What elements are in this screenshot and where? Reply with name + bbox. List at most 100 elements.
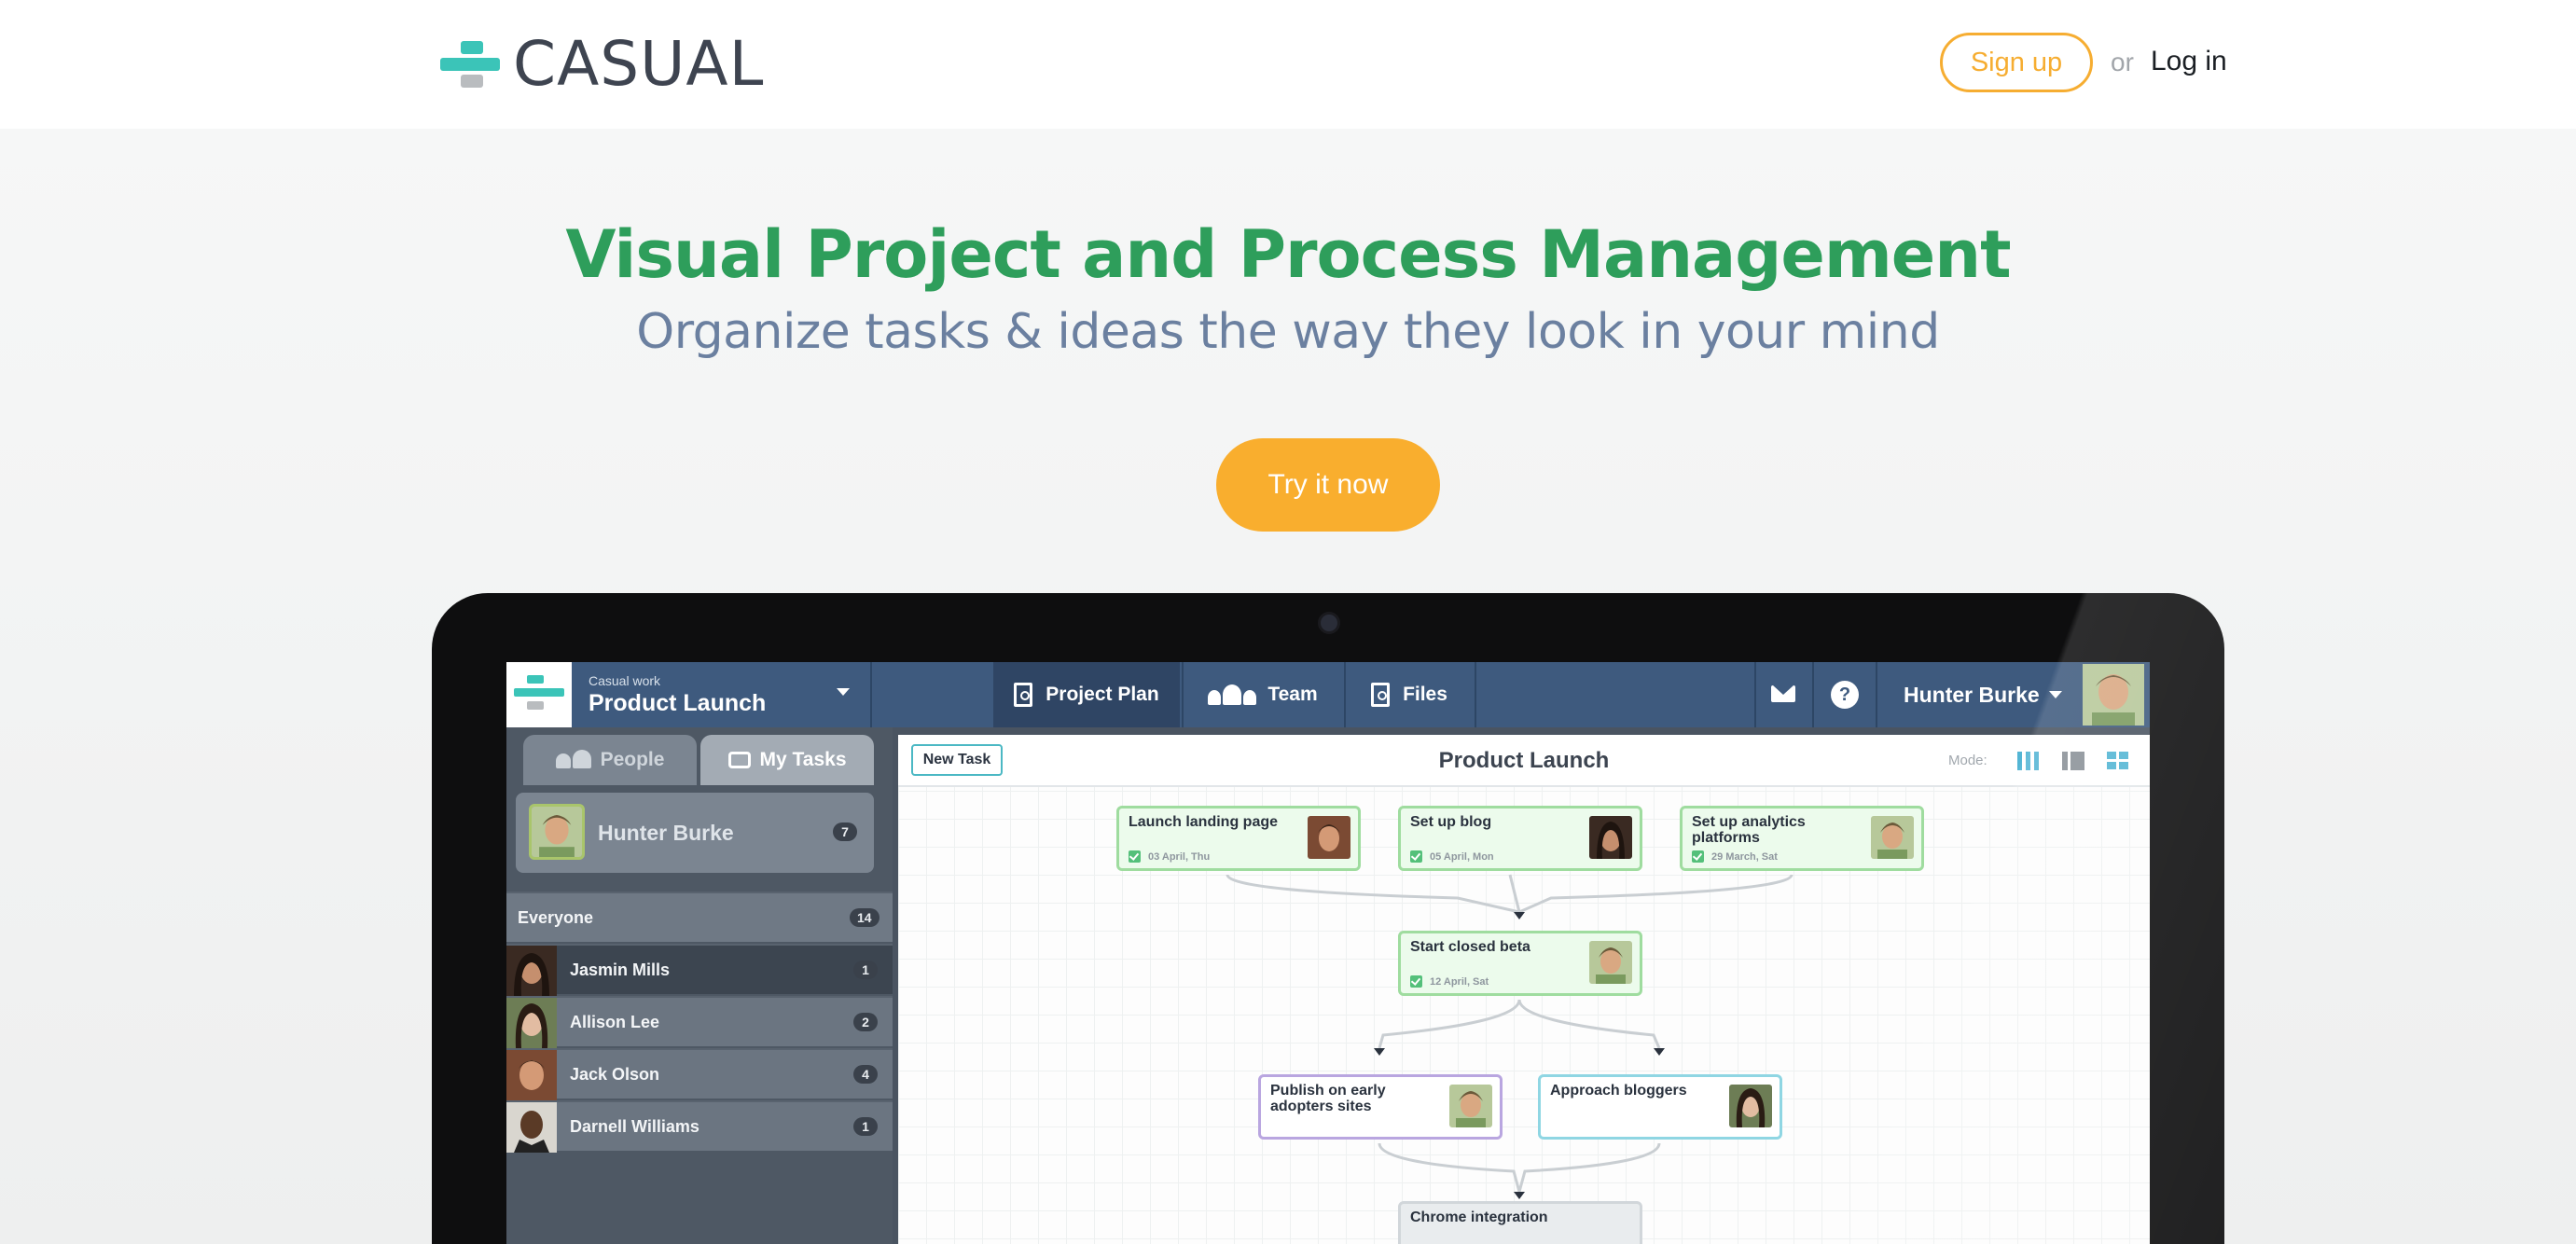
sidebar-tab-people[interactable]: People [523,735,697,785]
bar-divider [1812,662,1814,727]
tab-label: Files [1403,684,1447,705]
avatar [1449,1085,1492,1127]
task-card-chrome-integration[interactable]: Chrome integration [1398,1201,1642,1244]
list-item-label: Darnell Williams [570,1117,699,1136]
current-user-name[interactable]: Hunter Burke [1904,683,2040,708]
avatar [506,998,557,1048]
avatar [529,804,585,860]
task-title: Launch landing page [1129,814,1279,830]
sidebar-item-jasmin-mills[interactable]: Jasmin Mills 1 [506,944,893,996]
list-item-label: Allison Lee [570,1013,660,1031]
document-icon [1014,683,1033,707]
sidebar-item-jack-olson[interactable]: Jack Olson 4 [506,1048,893,1100]
task-count-badge: 2 [853,1013,878,1031]
task-card-set-up-blog[interactable]: Set up blog 05 April, Mon [1398,806,1642,871]
task-title: Set up analytics platforms [1692,814,1806,846]
task-date: 03 April, Thu [1148,850,1211,863]
laptop-camera-icon [1318,612,1340,634]
task-date: 05 April, Mon [1430,850,1494,863]
task-title: Start closed beta [1410,939,1530,955]
task-title: Set up blog [1410,814,1492,830]
checkbox-icon[interactable] [1410,850,1422,863]
avatar [506,1050,557,1100]
tab-team[interactable]: Team [1184,662,1342,727]
avatar [1871,816,1914,859]
tab-project-plan[interactable]: Project Plan [993,662,1180,727]
sidebar-item-everyone[interactable]: Everyone 14 [506,892,893,942]
people-icon [555,750,591,768]
user-menu-chevron-down-icon[interactable] [2049,691,2062,698]
task-card-publish-on-early-adopters-sites[interactable]: Publish on early adopters sites [1258,1074,1503,1140]
login-link[interactable]: Log in [2151,46,2227,77]
task-title: Chrome integration [1410,1209,1548,1225]
task-count-badge: 4 [853,1065,878,1084]
list-item-label: Jasmin Mills [570,961,671,979]
checkbox-icon[interactable] [1129,850,1141,863]
laptop-mockup: Casual work Product Launch Project Plan … [432,593,2224,1244]
task-count-badge: 1 [853,1117,878,1136]
logo-text: CASUAL [513,27,765,100]
checkbox-icon[interactable] [1692,850,1704,863]
signup-button[interactable]: Sign up [1940,33,2093,92]
top-header: CASUAL Sign up or Log in [0,0,2576,129]
task-card-approach-bloggers[interactable]: Approach bloggers [1538,1074,1782,1140]
casual-logo-mark-icon [440,39,500,88]
casual-logo[interactable]: CASUAL [440,28,764,100]
tab-files[interactable]: Files [1346,662,1473,727]
or-separator-text: or [2111,48,2134,76]
avatar [1589,816,1632,859]
people-icon [1208,684,1257,705]
avatar [506,1102,557,1153]
inbox-tray-icon [727,752,751,768]
task-due: 12 April, Sat [1410,975,1489,988]
app-screenshot: Casual work Product Launch Project Plan … [506,662,2150,1244]
files-icon [1371,683,1391,707]
avatar [1589,941,1632,984]
task-title: Publish on early adopters sites [1270,1083,1386,1114]
people-sidebar: People My Tasks Hunter Burke 7 Everyone … [506,727,893,1244]
task-card-set-up-analytics-platforms[interactable]: Set up analytics platforms 29 March, Sat [1680,806,1924,871]
user-avatar[interactable] [2083,664,2144,726]
sidebar-tab-label: My Tasks [759,749,847,770]
avatar [506,946,557,996]
sidebar-item-darnell-williams[interactable]: Darnell Williams 1 [506,1100,893,1153]
workspace-label: Casual work [589,673,661,688]
bar-divider [1876,662,1877,727]
sidebar-item-allison-lee[interactable]: Allison Lee 2 [506,996,893,1048]
task-due: 03 April, Thu [1129,850,1210,863]
try-it-now-button[interactable]: Try it now [1216,438,1440,532]
mail-icon[interactable] [1771,685,1795,702]
task-date: 29 March, Sat [1711,850,1778,863]
current-user-card-name: Hunter Burke [598,821,734,845]
task-count-badge: 7 [833,822,857,841]
avatar [1308,816,1350,859]
app-top-bar: Casual work Product Launch Project Plan … [506,662,2150,727]
task-title: Approach bloggers [1550,1083,1687,1099]
task-card-launch-landing-page[interactable]: Launch landing page 03 April, Thu [1116,806,1361,871]
bar-divider [1475,662,1476,727]
project-plan-canvas[interactable]: New Task Product Launch Mode: Launch lan… [898,735,2150,1244]
workspace-name[interactable]: Product Launch [589,690,766,717]
current-user-card[interactable]: Hunter Burke 7 [516,793,874,873]
app-logo-icon[interactable] [506,662,572,727]
workspace-dropdown-chevron-icon[interactable] [837,688,850,696]
task-card-start-closed-beta[interactable]: Start closed beta 12 April, Sat [1398,931,1642,996]
task-date: 12 April, Sat [1430,975,1489,988]
list-item-label: Jack Olson [570,1065,660,1084]
hero-subtitle: Organize tasks & ideas the way they look… [636,304,1940,360]
task-due: 29 March, Sat [1692,850,1778,863]
sidebar-tab-my-tasks[interactable]: My Tasks [700,735,874,785]
hero-title: Visual Project and Process Management [565,216,2011,293]
task-count-badge: 1 [853,961,878,979]
bar-divider [1754,662,1756,727]
tab-label: Team [1267,684,1318,705]
avatar [1729,1085,1772,1127]
list-item-label: Everyone [518,908,594,927]
help-icon[interactable]: ? [1831,681,1859,709]
sidebar-tab-label: People [600,749,665,770]
checkbox-icon[interactable] [1410,975,1422,988]
tab-label: Project Plan [1046,684,1159,705]
bar-divider [870,662,872,727]
task-due: 05 April, Mon [1410,850,1494,863]
task-count-badge: 14 [850,908,879,927]
